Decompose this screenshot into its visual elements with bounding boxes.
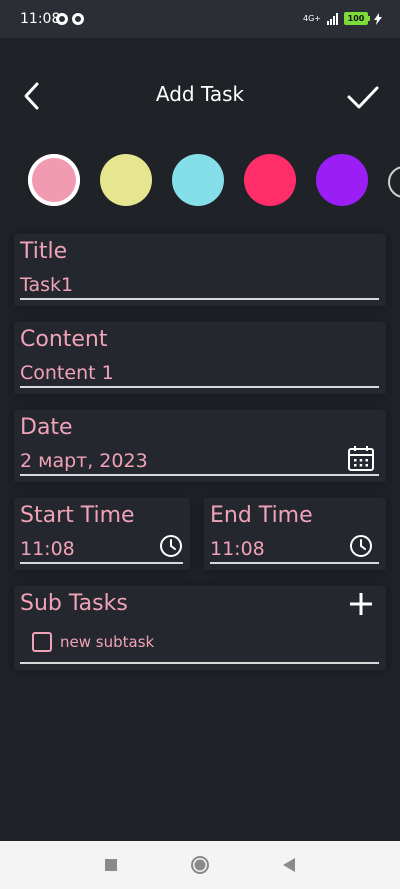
subtask-input[interactable]: new subtask — [60, 632, 154, 652]
notification-icon — [56, 13, 68, 25]
subtask-checkbox[interactable] — [32, 632, 52, 652]
content-underline — [20, 386, 379, 388]
clock-icon — [350, 535, 372, 557]
end-time-clock-button[interactable] — [349, 534, 373, 558]
date-field[interactable]: Date 2 март, 2023 — [14, 410, 386, 482]
color-swatch-purple[interactable] — [316, 154, 368, 206]
color-picker — [0, 152, 400, 208]
title-underline — [20, 298, 379, 300]
save-button[interactable] — [346, 80, 380, 114]
notification-icon — [72, 13, 84, 25]
home-circle-icon — [191, 856, 209, 874]
color-swatch-red[interactable] — [244, 154, 296, 206]
start-time-clock-button[interactable] — [159, 534, 183, 558]
check-icon — [347, 86, 379, 109]
title-input[interactable]: Task1 — [20, 272, 73, 298]
status-indicators: 4G+ 100 — [303, 12, 382, 25]
status-bar: 11:08 4G+ 100 — [0, 0, 400, 38]
recents-button[interactable] — [99, 853, 123, 877]
status-time: 11:08 — [20, 11, 61, 27]
system-nav-bar — [0, 841, 400, 889]
calendar-button[interactable] — [347, 444, 375, 472]
charging-icon — [374, 12, 382, 25]
back-nav-button[interactable] — [277, 853, 301, 877]
content-input[interactable]: Content 1 — [20, 360, 114, 386]
start-time-field[interactable]: Start Time 11:08 — [14, 498, 190, 570]
calendar-icon — [348, 446, 374, 471]
subtasks-underline — [20, 662, 379, 664]
square-icon — [105, 859, 117, 871]
date-label: Date — [20, 415, 73, 440]
start-time-label: Start Time — [20, 503, 135, 528]
end-time-label: End Time — [210, 503, 313, 528]
app-header: Add Task — [0, 38, 400, 148]
home-button[interactable] — [188, 853, 212, 877]
start-time-underline — [20, 562, 183, 564]
triangle-back-icon — [283, 858, 295, 872]
subtasks-label: Sub Tasks — [20, 591, 128, 616]
date-input[interactable]: 2 март, 2023 — [20, 448, 148, 474]
color-swatch-cyan[interactable] — [172, 154, 224, 206]
color-swatch-pink[interactable] — [28, 154, 80, 206]
add-subtask-button[interactable] — [347, 590, 375, 618]
date-underline — [20, 474, 379, 476]
page-title: Add Task — [155, 82, 245, 106]
color-swatch-more[interactable] — [388, 166, 400, 198]
plus-icon — [350, 593, 372, 615]
title-label: Title — [20, 239, 68, 264]
battery-icon: 100 — [344, 12, 370, 25]
end-time-input[interactable]: 11:08 — [210, 536, 265, 562]
end-time-field[interactable]: End Time 11:08 — [204, 498, 386, 570]
network-type: 4G+ — [303, 14, 321, 23]
subtasks-section: Sub Tasks new subtask — [14, 586, 386, 670]
signal-icon — [327, 12, 338, 25]
content-field[interactable]: Content Content 1 — [14, 322, 386, 394]
end-time-underline — [210, 562, 379, 564]
clock-icon — [160, 535, 182, 557]
content-label: Content — [20, 327, 108, 352]
title-field[interactable]: Title Task1 — [14, 234, 386, 306]
start-time-input[interactable]: 11:08 — [20, 536, 75, 562]
color-swatch-yellow[interactable] — [100, 154, 152, 206]
